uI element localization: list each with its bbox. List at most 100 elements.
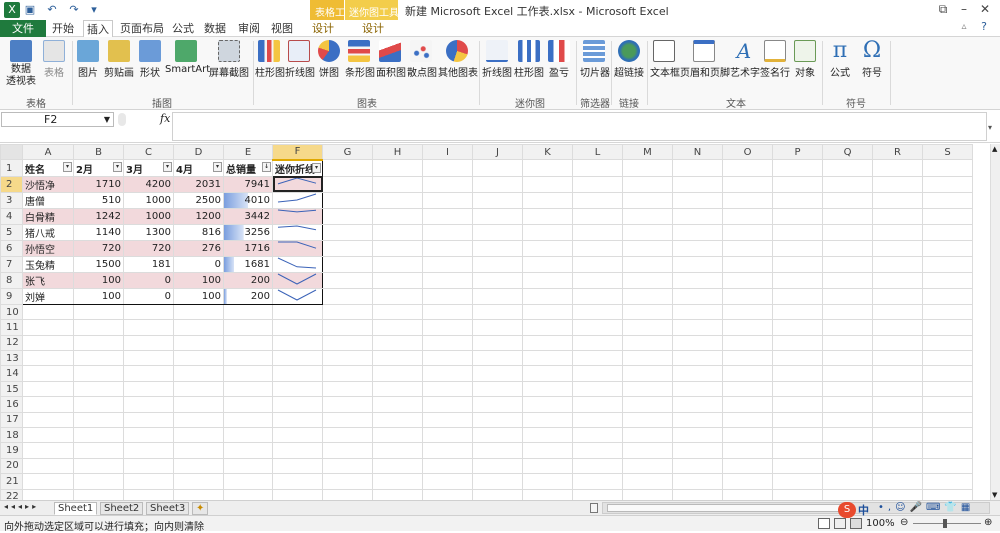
cell[interactable]	[272, 334, 323, 352]
data-bar-cell[interactable]: 3442	[223, 207, 273, 225]
help-icon[interactable]: ?	[975, 20, 993, 33]
cell[interactable]	[322, 427, 373, 444]
data-bar-cell[interactable]: 4010	[223, 191, 273, 209]
insert-function-icon[interactable]: fx	[160, 112, 170, 125]
cell[interactable]	[822, 287, 873, 305]
cell[interactable]	[173, 457, 224, 475]
cell[interactable]	[372, 271, 423, 289]
cell[interactable]	[372, 427, 423, 444]
cell[interactable]	[672, 396, 723, 413]
cell[interactable]	[672, 488, 723, 500]
cell[interactable]	[672, 207, 723, 225]
bar-chart-button[interactable]: 条形图	[345, 40, 375, 79]
column-chart-button[interactable]: 柱形图	[255, 40, 285, 79]
cell[interactable]	[672, 223, 723, 241]
cell[interactable]	[922, 488, 973, 500]
cell[interactable]	[672, 473, 723, 490]
cell[interactable]	[522, 319, 573, 336]
cell[interactable]	[322, 411, 373, 429]
cell[interactable]	[722, 175, 773, 193]
row-header[interactable]: 16	[0, 396, 23, 413]
cell[interactable]	[622, 473, 673, 490]
cell[interactable]	[522, 334, 573, 352]
cell[interactable]: 816	[173, 223, 224, 241]
cell[interactable]	[73, 396, 124, 413]
cell[interactable]: 100	[173, 287, 224, 305]
tab-page-layout[interactable]: 页面布局	[120, 20, 164, 37]
cell[interactable]	[73, 319, 124, 336]
sparkline-cell[interactable]	[272, 223, 323, 241]
cell[interactable]	[722, 488, 773, 500]
cell[interactable]	[722, 457, 773, 475]
cell[interactable]	[722, 255, 773, 273]
cell[interactable]	[822, 319, 873, 336]
cell[interactable]	[722, 411, 773, 429]
cell[interactable]	[372, 380, 423, 398]
cell[interactable]	[272, 365, 323, 382]
cell[interactable]	[672, 239, 723, 257]
cell[interactable]	[22, 380, 74, 398]
cell[interactable]	[272, 488, 323, 500]
cell[interactable]: 白骨精	[22, 207, 74, 225]
cell[interactable]	[272, 442, 323, 459]
other-chart-button[interactable]: 其他图表	[438, 40, 478, 79]
cell[interactable]	[123, 380, 174, 398]
cell[interactable]	[422, 271, 473, 289]
cell[interactable]: 181	[123, 255, 174, 273]
sparkline-cell[interactable]	[272, 287, 323, 305]
cell[interactable]	[472, 334, 523, 352]
minimize-icon[interactable]: –	[955, 2, 973, 16]
cell[interactable]	[522, 350, 573, 367]
cell[interactable]	[123, 473, 174, 490]
cell[interactable]	[872, 287, 923, 305]
filter-dropdown-icon[interactable]: ▾	[312, 162, 321, 173]
cell[interactable]: 1242	[73, 207, 124, 225]
cell[interactable]	[73, 303, 124, 321]
cell[interactable]	[572, 159, 623, 177]
screenshot-button[interactable]: 屏幕截图	[209, 40, 249, 79]
cell[interactable]	[322, 365, 373, 382]
hyperlink-button[interactable]: 超链接	[614, 40, 644, 79]
cell[interactable]	[22, 303, 74, 321]
cell[interactable]	[422, 287, 473, 305]
cell[interactable]	[572, 271, 623, 289]
cell[interactable]	[322, 319, 373, 336]
tab-home[interactable]: 开始	[52, 20, 74, 37]
cell[interactable]	[622, 175, 673, 193]
column-header-b[interactable]: B	[73, 144, 124, 161]
cell[interactable]	[272, 396, 323, 413]
cell[interactable]	[73, 350, 124, 367]
tab-file[interactable]: 文件	[0, 20, 46, 37]
cell[interactable]	[223, 396, 273, 413]
cell[interactable]	[572, 239, 623, 257]
cell[interactable]	[872, 442, 923, 459]
cell[interactable]: 1140	[73, 223, 124, 241]
cell[interactable]	[422, 411, 473, 429]
cell[interactable]: 猪八戒	[22, 223, 74, 241]
cell[interactable]	[522, 380, 573, 398]
cell[interactable]	[422, 319, 473, 336]
row-header[interactable]: 9	[0, 287, 23, 305]
cell[interactable]	[522, 303, 573, 321]
cell[interactable]	[272, 380, 323, 398]
cell[interactable]	[422, 303, 473, 321]
cell[interactable]	[622, 303, 673, 321]
cell[interactable]	[722, 207, 773, 225]
cell[interactable]	[322, 473, 373, 490]
cell[interactable]: 4200	[123, 175, 174, 193]
cell[interactable]	[872, 191, 923, 209]
page-break-view-icon[interactable]	[850, 518, 862, 529]
cell[interactable]	[173, 411, 224, 429]
row-header[interactable]: 10	[0, 303, 23, 321]
cell[interactable]	[322, 159, 373, 177]
zoom-level[interactable]: 100%	[866, 518, 895, 529]
cell[interactable]	[622, 239, 673, 257]
sheet-table[interactable]: ABCDEFGHIJKLMNOPQRS 1 姓名 ▾ 2月 ▾ 3月 ▾ 4月 ▾ 总销量 ↓ 迷你折…	[0, 144, 973, 500]
cell[interactable]	[622, 457, 673, 475]
scroll-down-icon[interactable]: ▼	[992, 491, 997, 499]
cell[interactable]: 沙悟净	[22, 175, 74, 193]
cell[interactable]	[822, 473, 873, 490]
cell[interactable]	[173, 319, 224, 336]
zoom-slider-thumb[interactable]	[943, 519, 947, 528]
cell[interactable]	[422, 488, 473, 500]
